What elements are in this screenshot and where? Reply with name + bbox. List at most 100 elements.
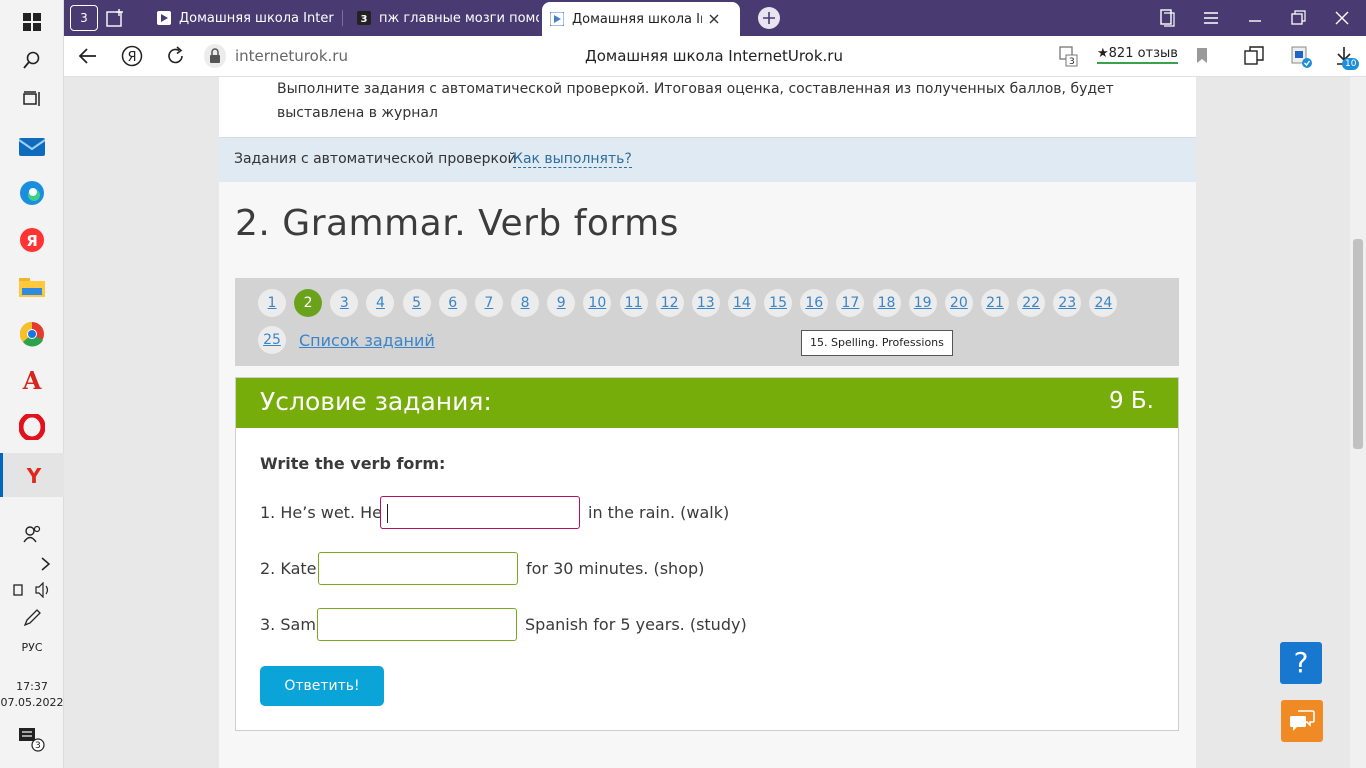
task-nav-4[interactable]: 4 [366, 289, 395, 317]
edge-icon [20, 181, 44, 205]
explorer-app[interactable] [0, 265, 64, 309]
downloads-button[interactable]: 10 [1334, 45, 1360, 71]
page-title: 2. Grammar. Verb forms [235, 203, 679, 244]
task-nav-5[interactable]: 5 [402, 289, 431, 317]
page-viewport: Выполните задания с автоматической прове… [64, 77, 1350, 768]
answer-input-3[interactable] [317, 608, 517, 641]
svg-text:Я: Я [26, 232, 38, 250]
task-list-link[interactable]: Список заданий [299, 331, 435, 350]
downloads-badge: 10 [1342, 58, 1360, 70]
minimize-button[interactable] [1246, 9, 1264, 31]
answer-input-1[interactable] [380, 496, 580, 529]
task-nav-21[interactable]: 21 [981, 289, 1009, 317]
edge-app[interactable] [0, 171, 64, 215]
close-icon [1335, 11, 1349, 25]
task-nav-18[interactable]: 18 [872, 289, 901, 317]
network-volume-icon [13, 582, 49, 598]
clock-time[interactable]: 17:37 [0, 680, 64, 693]
answer-input-2[interactable] [318, 552, 518, 585]
svg-text:A: A [22, 368, 42, 392]
task-nav-11[interactable]: 11 [619, 289, 648, 317]
page-scrollbar[interactable] [1350, 77, 1366, 768]
task-nav-25[interactable]: 25 [258, 326, 286, 354]
pen-button[interactable] [0, 598, 64, 638]
how-to-link[interactable]: Как выполнять? [513, 151, 632, 168]
svg-text:Я: Я [127, 50, 136, 65]
intro-text: Выполните задания с автоматической прове… [277, 81, 1114, 121]
task-instruction: Write the verb form: [260, 454, 446, 473]
restore-icon [1291, 10, 1306, 25]
collections-panel-button[interactable] [1244, 46, 1266, 70]
text-caret [387, 504, 388, 523]
task-nav-14[interactable]: 14 [727, 289, 756, 317]
yandex-app[interactable]: Я [0, 218, 64, 262]
input-language[interactable]: РУС [0, 641, 64, 654]
acrobat-app[interactable]: A [0, 358, 64, 402]
url-field[interactable]: interneturok.ru [235, 47, 348, 65]
windows-taskbar: Я A Y РУС 17:37 07.05.2022 3 [0, 0, 64, 768]
task-nav-9[interactable]: 9 [547, 289, 576, 317]
clock-date[interactable]: 07.05.2022 [0, 696, 64, 709]
yandex-browser-app[interactable]: Y [0, 453, 64, 497]
task-nav-12[interactable]: 12 [655, 289, 684, 317]
task-heading: Условие задания: [260, 387, 492, 416]
chat-button[interactable] [1281, 700, 1323, 742]
task-nav-2[interactable]: 2 [294, 289, 323, 317]
collections-panel-icon [1244, 46, 1264, 65]
task-nav-6[interactable]: 6 [438, 289, 467, 317]
mail-app[interactable] [0, 125, 64, 169]
restore-button[interactable] [1289, 9, 1307, 31]
tab-znanija[interactable]: 3 пж главные мозги помоги [349, 4, 539, 32]
bookmark-icon [1197, 48, 1207, 63]
tab-interneturok-active[interactable]: Домашняя школа Inter [542, 2, 740, 36]
question-1-prefix: 1. He’s wet. He [260, 503, 382, 522]
yandex-home-button[interactable]: Я [121, 45, 143, 71]
task-nav-16[interactable]: 16 [800, 289, 829, 317]
auto-check-label: Задания с автоматической проверкой [234, 151, 517, 167]
back-button[interactable] [78, 47, 98, 69]
task-nav-20[interactable]: 20 [944, 289, 973, 317]
bookmarks-collections-button[interactable] [1158, 9, 1176, 31]
tab-new-group-icon[interactable] [106, 8, 126, 32]
chrome-app[interactable] [0, 312, 64, 356]
task-nav-15[interactable]: 15 [764, 289, 793, 317]
people-icon [23, 525, 41, 543]
task-nav-19[interactable]: 19 [908, 289, 937, 317]
help-button[interactable]: ? [1280, 642, 1322, 684]
task-nav-22[interactable]: 22 [1017, 289, 1046, 317]
submit-button[interactable]: Ответить! [260, 666, 384, 706]
task-view-button[interactable] [0, 77, 64, 121]
task-nav-3[interactable]: 3 [330, 289, 359, 317]
extension-button[interactable]: 3 [1058, 45, 1078, 71]
task-nav-1[interactable]: 1 [258, 289, 286, 317]
search-button[interactable] [0, 38, 64, 82]
new-tab-button[interactable] [758, 7, 780, 29]
task-nav-10[interactable]: 10 [583, 289, 612, 317]
task-nav-23[interactable]: 23 [1053, 289, 1082, 317]
task-nav-8[interactable]: 8 [511, 289, 540, 317]
task-nav-7[interactable]: 7 [474, 289, 503, 317]
reviews-text: ★821 отзыв [1097, 46, 1178, 61]
reload-button[interactable] [166, 46, 186, 70]
scrollbar-thumb[interactable] [1353, 239, 1363, 449]
interneturok-favicon-icon [157, 11, 171, 25]
task-nav-13[interactable]: 13 [691, 289, 720, 317]
task-nav-24[interactable]: 24 [1089, 289, 1118, 317]
page-title-in-omnibox: Домашняя школа InternetUrok.ru [585, 47, 843, 65]
question-2-suffix: for 30 minutes. (shop) [526, 559, 705, 578]
task-nav-17[interactable]: 17 [836, 289, 865, 317]
reviews-button[interactable]: ★821 отзыв [1097, 46, 1178, 64]
browser-menu-button[interactable] [1202, 9, 1220, 31]
tabs-overview-button[interactable]: 3 [70, 5, 98, 31]
site-security-button[interactable] [204, 44, 226, 68]
opera-app[interactable] [0, 405, 64, 449]
close-window-button[interactable] [1333, 9, 1351, 31]
close-tab-icon[interactable] [708, 13, 720, 25]
screenshot-extension-button[interactable] [1290, 45, 1314, 73]
reload-icon [168, 46, 183, 64]
tab-interneturok-1[interactable]: Домашняя школа Internet [149, 4, 334, 32]
notification-center-button[interactable]: 3 [0, 718, 64, 758]
question-2-prefix: 2. Kate [260, 559, 317, 578]
bookmark-button[interactable] [1195, 47, 1209, 69]
tab-count: 3 [80, 11, 88, 25]
